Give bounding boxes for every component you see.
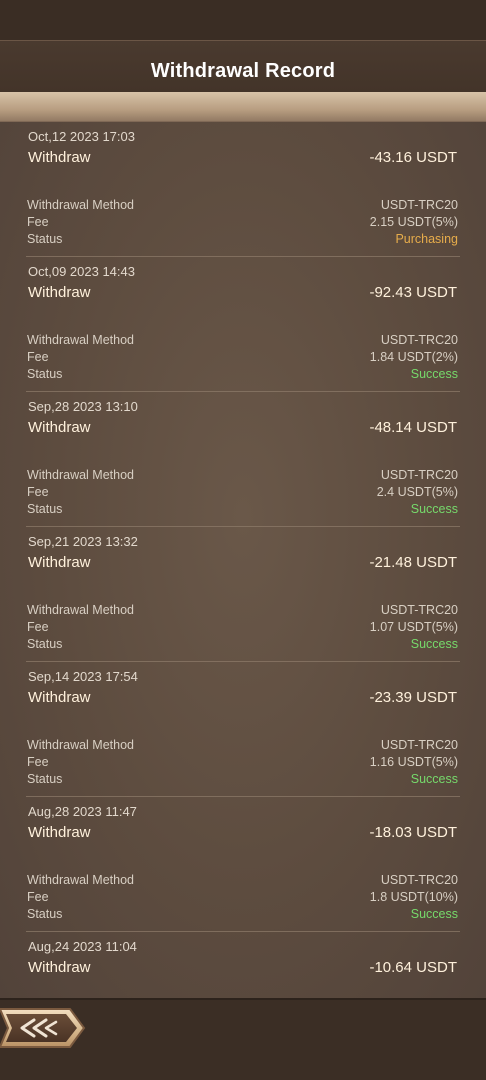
fee-value: 1.16 USDT(5%) (369, 755, 458, 769)
record-amount: -10.64 USDT (369, 959, 457, 976)
fee-row: Fee 1.84 USDT(2%) (27, 350, 458, 367)
back-arrow-icon (0, 1008, 86, 1048)
record-item: Oct,12 2023 17:03 Withdraw -43.16 USDT W… (0, 122, 486, 257)
fee-value: 1.84 USDT(2%) (369, 350, 458, 364)
record-amount: -21.48 USDT (369, 554, 457, 571)
record-amount: -92.43 USDT (369, 284, 457, 301)
fee-label: Fee (27, 755, 49, 769)
fee-row: Fee 2.15 USDT(5%) (27, 215, 458, 232)
method-value: USDT-TRC20 (380, 333, 458, 347)
page-title: Withdrawal Record (150, 60, 336, 82)
record-type: Withdraw (28, 419, 91, 436)
record-amount: -23.39 USDT (369, 689, 457, 706)
status-label: Status (27, 637, 63, 651)
fee-value: 1.07 USDT(5%) (369, 620, 458, 634)
status-label: Status (27, 502, 63, 516)
record-date: Sep,21 2023 13:32 (28, 534, 138, 549)
record-date: Sep,14 2023 17:54 (28, 669, 138, 684)
method-row: Withdrawal Method USDT-TRC20 (27, 603, 458, 620)
method-row: Withdrawal Method USDT-TRC20 (27, 198, 458, 215)
record-date: Sep,28 2023 13:10 (28, 399, 138, 414)
fee-row: Fee 2.4 USDT(5%) (27, 485, 458, 502)
withdrawal-record-list: Oct,12 2023 17:03 Withdraw -43.16 USDT W… (0, 122, 486, 1067)
record-date: Oct,09 2023 14:43 (28, 264, 135, 279)
fee-row: Fee 1.8 USDT(10%) (27, 890, 458, 907)
record-type: Withdraw (28, 554, 91, 571)
method-label: Withdrawal Method (27, 738, 134, 752)
record-item: Aug,28 2023 11:47 Withdraw -18.03 USDT W… (0, 797, 486, 932)
record-type: Withdraw (28, 149, 91, 166)
record-amount: -43.16 USDT (369, 149, 457, 166)
method-row: Withdrawal Method USDT-TRC20 (27, 873, 458, 890)
method-label: Withdrawal Method (27, 603, 134, 617)
record-type: Withdraw (28, 824, 91, 841)
fee-label: Fee (27, 890, 49, 904)
status-value: Success (410, 772, 458, 786)
status-row: Status Purchasing (27, 232, 458, 249)
status-row: Status Success (27, 502, 458, 519)
status-label: Status (27, 232, 63, 246)
method-row: Withdrawal Method USDT-TRC20 (27, 738, 458, 755)
method-row: Withdrawal Method USDT-TRC20 (27, 468, 458, 485)
record-amount: -48.14 USDT (369, 419, 457, 436)
status-row: Status Success (27, 772, 458, 789)
paper-banner-decoration (0, 92, 486, 125)
method-label: Withdrawal Method (27, 198, 134, 212)
status-bar-area (0, 0, 486, 40)
record-type: Withdraw (28, 689, 91, 706)
method-value: USDT-TRC20 (380, 198, 458, 212)
record-type: Withdraw (28, 284, 91, 301)
method-value: USDT-TRC20 (380, 873, 458, 887)
record-date: Aug,28 2023 11:47 (28, 804, 137, 819)
status-value: Success (410, 502, 458, 516)
record-date: Oct,12 2023 17:03 (28, 129, 135, 144)
fee-label: Fee (27, 350, 49, 364)
record-amount: -18.03 USDT (369, 824, 457, 841)
record-item: Sep,14 2023 17:54 Withdraw -23.39 USDT W… (0, 662, 486, 797)
record-type: Withdraw (28, 959, 91, 976)
method-value: USDT-TRC20 (380, 738, 458, 752)
record-date: Aug,24 2023 11:04 (28, 939, 137, 954)
status-row: Status Success (27, 907, 458, 924)
fee-row: Fee 1.16 USDT(5%) (27, 755, 458, 772)
status-value: Success (410, 637, 458, 651)
record-item: Sep,21 2023 13:32 Withdraw -21.48 USDT W… (0, 527, 486, 662)
status-row: Status Success (27, 367, 458, 384)
fee-row: Fee 1.07 USDT(5%) (27, 620, 458, 637)
status-label: Status (27, 907, 63, 921)
method-value: USDT-TRC20 (380, 468, 458, 482)
fee-value: 1.8 USDT(10%) (369, 890, 458, 904)
fee-label: Fee (27, 215, 49, 229)
status-value: Success (410, 367, 458, 381)
fee-label: Fee (27, 485, 49, 499)
method-label: Withdrawal Method (27, 468, 134, 482)
status-label: Status (27, 772, 63, 786)
record-item: Oct,09 2023 14:43 Withdraw -92.43 USDT W… (0, 257, 486, 392)
fee-value: 2.15 USDT(5%) (369, 215, 458, 229)
status-value: Purchasing (395, 232, 458, 246)
status-row: Status Success (27, 637, 458, 654)
status-label: Status (27, 367, 63, 381)
record-item: Sep,28 2023 13:10 Withdraw -48.14 USDT W… (0, 392, 486, 527)
method-value: USDT-TRC20 (380, 603, 458, 617)
status-value: Success (410, 907, 458, 921)
fee-label: Fee (27, 620, 49, 634)
method-row: Withdrawal Method USDT-TRC20 (27, 333, 458, 350)
back-button[interactable] (0, 1006, 86, 1050)
method-label: Withdrawal Method (27, 333, 134, 347)
fee-value: 2.4 USDT(5%) (376, 485, 458, 499)
method-label: Withdrawal Method (27, 873, 134, 887)
